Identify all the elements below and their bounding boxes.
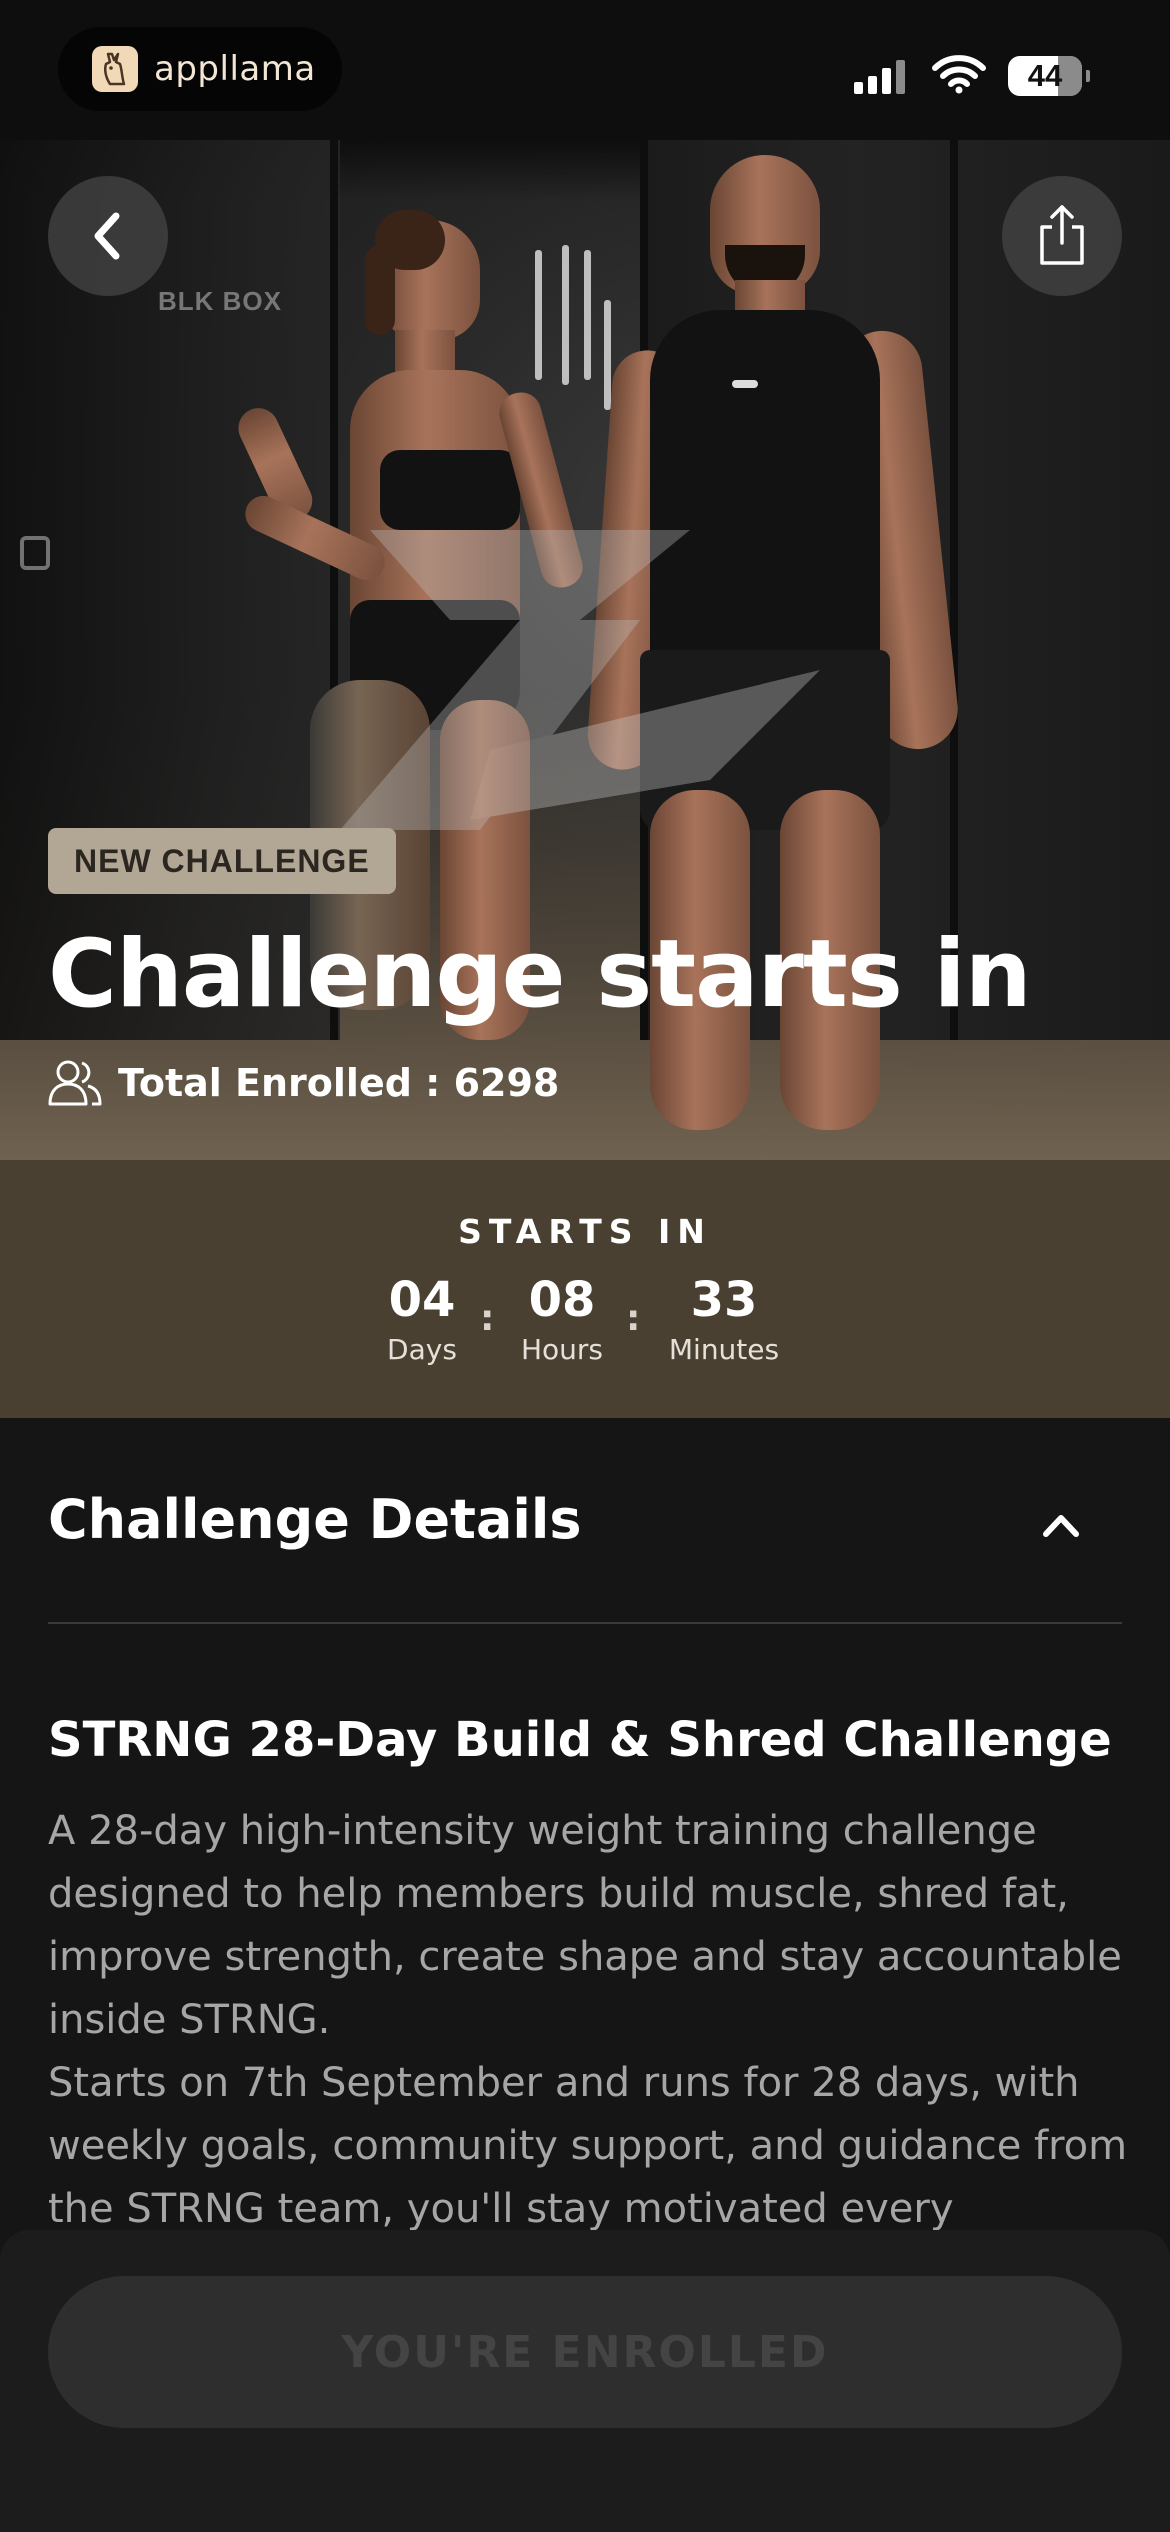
description-paragraph: A 28-day high-intensity weight training …: [48, 1808, 1122, 2043]
chevron-up-icon[interactable]: [1040, 1510, 1082, 1540]
brand-watermark-icon: [340, 530, 820, 830]
chevron-left-icon: [94, 212, 120, 260]
battery-icon: 44: [1008, 56, 1090, 96]
new-challenge-badge: NEW CHALLENGE: [48, 828, 396, 894]
hours-label: Hours: [520, 1333, 604, 1366]
challenge-name: STRNG 28-Day Build & Shred Challenge: [48, 1712, 1112, 1768]
back-button[interactable]: [48, 176, 168, 296]
brand-name: appllama: [154, 49, 316, 89]
countdown-separator: :: [480, 1298, 495, 1339]
enrolled-count: Total Enrolled : 6298: [48, 1058, 559, 1108]
description-paragraph: Starts on 7th September and runs for 28 …: [48, 2060, 1128, 2232]
status-bar: appllama 44: [0, 0, 1170, 140]
hours-value: 08: [528, 1272, 596, 1328]
countdown-hours: 08 Hours: [514, 1272, 610, 1368]
challenge-description: A 28-day high-intensity weight training …: [48, 1800, 1128, 2241]
hero-title: Challenge starts in: [48, 920, 1032, 1029]
wifi-icon: [932, 55, 986, 94]
wall-icon: [20, 536, 50, 570]
share-icon: [1040, 205, 1084, 265]
enrolled-button[interactable]: YOU'RE ENROLLED: [48, 2276, 1122, 2428]
battery-level: 44: [1027, 58, 1063, 93]
enrolled-text: Total Enrolled : 6298: [118, 1061, 560, 1105]
countdown-panel: STARTS IN 04 Days : 08 Hours : 33 Minute…: [0, 1160, 1170, 1418]
share-button[interactable]: [1002, 176, 1122, 296]
days-label: Days: [387, 1333, 457, 1366]
countdown-separator: :: [626, 1298, 641, 1339]
section-divider: [48, 1622, 1122, 1624]
days-value: 04: [388, 1272, 456, 1328]
cellular-signal-icon: [854, 58, 905, 94]
hero-banner: BLK BOX NEW CHALLENGE Challenge starts i…: [0, 0, 1170, 1160]
users-icon: [48, 1060, 102, 1106]
countdown-title: STARTS IN: [458, 1212, 712, 1251]
llama-logo-icon: [92, 46, 138, 92]
countdown-minutes: 33 Minutes: [660, 1272, 788, 1368]
minutes-label: Minutes: [668, 1333, 780, 1366]
countdown-days: 04 Days: [378, 1272, 466, 1368]
minutes-value: 33: [690, 1272, 758, 1328]
brand-pill[interactable]: appllama: [58, 27, 342, 111]
challenge-details-heading[interactable]: Challenge Details: [48, 1488, 582, 1551]
